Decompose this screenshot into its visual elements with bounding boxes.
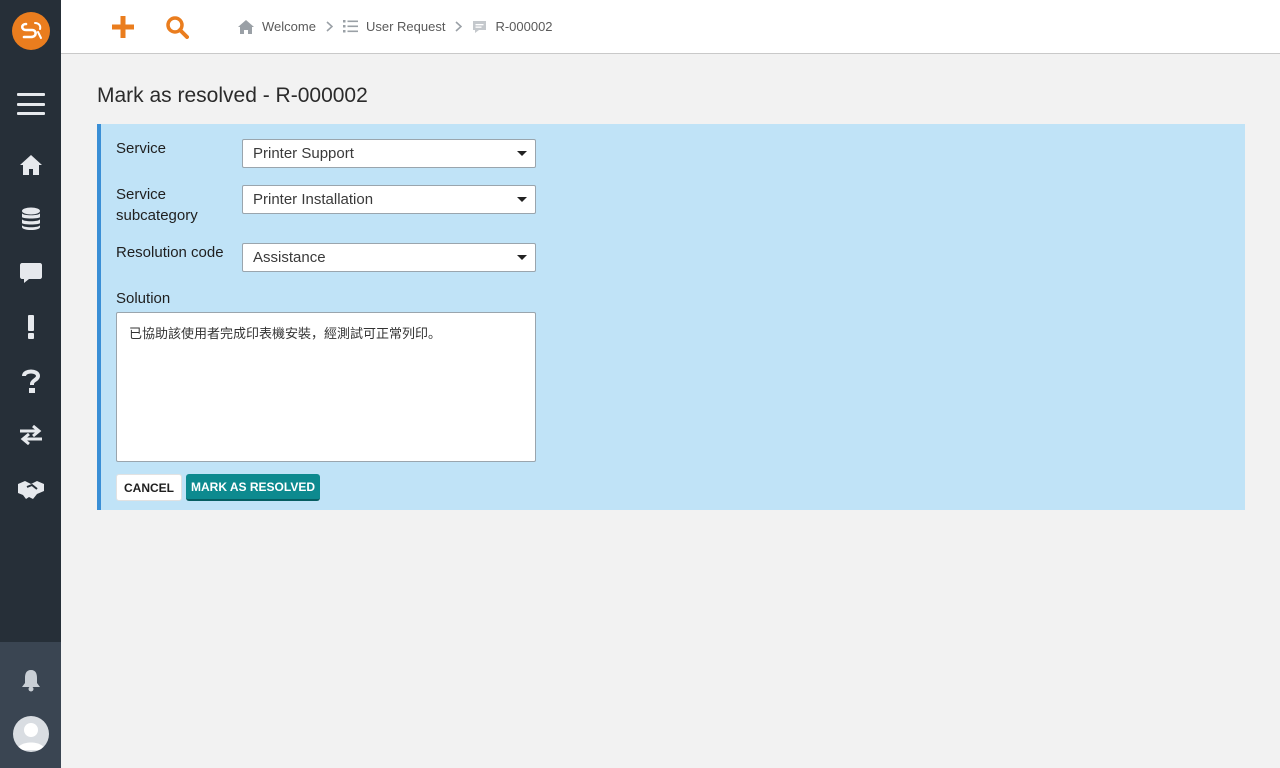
- breadcrumb-welcome[interactable]: Welcome: [238, 19, 316, 34]
- nav-chat[interactable]: [0, 253, 61, 293]
- home-icon: [19, 155, 42, 175]
- nav-database[interactable]: [0, 199, 61, 239]
- service-value: Printer Support: [253, 145, 354, 162]
- service-select[interactable]: Printer Support: [242, 139, 536, 168]
- database-icon: [21, 207, 40, 230]
- cancel-button[interactable]: CANCEL: [116, 474, 182, 501]
- new-button[interactable]: [108, 12, 138, 42]
- chevron-down-icon: [517, 255, 527, 260]
- resolution-code-value: Assistance: [253, 249, 326, 266]
- breadcrumb-label: R-000002: [495, 19, 553, 34]
- nav-transfer[interactable]: [0, 415, 61, 455]
- menu-bar: [17, 112, 45, 115]
- avatar[interactable]: [13, 716, 49, 752]
- chevron-down-icon: [517, 197, 527, 202]
- menu-bar: [17, 93, 45, 96]
- question-icon: [21, 369, 40, 393]
- nav-incident[interactable]: [0, 307, 61, 347]
- page-title: Mark as resolved - R-000002: [97, 84, 368, 107]
- top-bar: Welcome User Request R-000002: [61, 0, 1280, 54]
- breadcrumb-ticket: R-000002: [472, 19, 553, 34]
- exclamation-icon: [27, 315, 34, 339]
- home-icon: [238, 19, 254, 34]
- chevron-down-icon: [517, 151, 527, 156]
- logo-icon[interactable]: [12, 12, 50, 50]
- avatar-icon: [17, 723, 45, 750]
- search-button[interactable]: [162, 12, 192, 42]
- breadcrumb-label: Welcome: [262, 19, 316, 34]
- sidebar: [0, 0, 61, 768]
- subcategory-value: Printer Installation: [253, 191, 374, 208]
- service-label: Service: [116, 140, 167, 157]
- resolution-code-label: Resolution code: [116, 244, 224, 261]
- nav-home[interactable]: [0, 145, 61, 185]
- breadcrumb-label: User Request: [365, 19, 446, 34]
- bell-icon: [21, 670, 40, 692]
- ticket-icon: [473, 20, 487, 33]
- transfer-icon: [19, 425, 42, 445]
- chat-icon: [19, 263, 42, 283]
- search-icon: [166, 16, 189, 39]
- breadcrumb: Welcome User Request R-000002: [238, 0, 553, 53]
- nav-help[interactable]: [0, 361, 61, 401]
- mark-as-resolved-button[interactable]: MARK AS RESOLVED: [186, 474, 320, 501]
- menu-bar: [17, 102, 45, 106]
- nav-partners[interactable]: [0, 469, 61, 509]
- subcategory-select[interactable]: Printer Installation: [242, 185, 536, 214]
- menu-icon[interactable]: [17, 93, 45, 115]
- subcategory-label: Service subcategory: [116, 186, 198, 224]
- plus-icon: [112, 16, 134, 38]
- handshake-icon: [17, 481, 44, 499]
- resolve-form: Service Printer Support Service subcateg…: [97, 124, 1245, 510]
- list-icon: [342, 20, 358, 33]
- chevron-right-icon: [326, 21, 333, 32]
- solution-textarea[interactable]: 已協助該使用者完成印表機安裝，經測試可正常列印。: [116, 312, 536, 462]
- chevron-right-icon: [455, 21, 463, 32]
- resolution-code-select[interactable]: Assistance: [242, 243, 536, 272]
- solution-label: Solution: [116, 290, 171, 307]
- notifications-button[interactable]: [0, 662, 61, 698]
- breadcrumb-user-request[interactable]: User Request: [342, 19, 446, 34]
